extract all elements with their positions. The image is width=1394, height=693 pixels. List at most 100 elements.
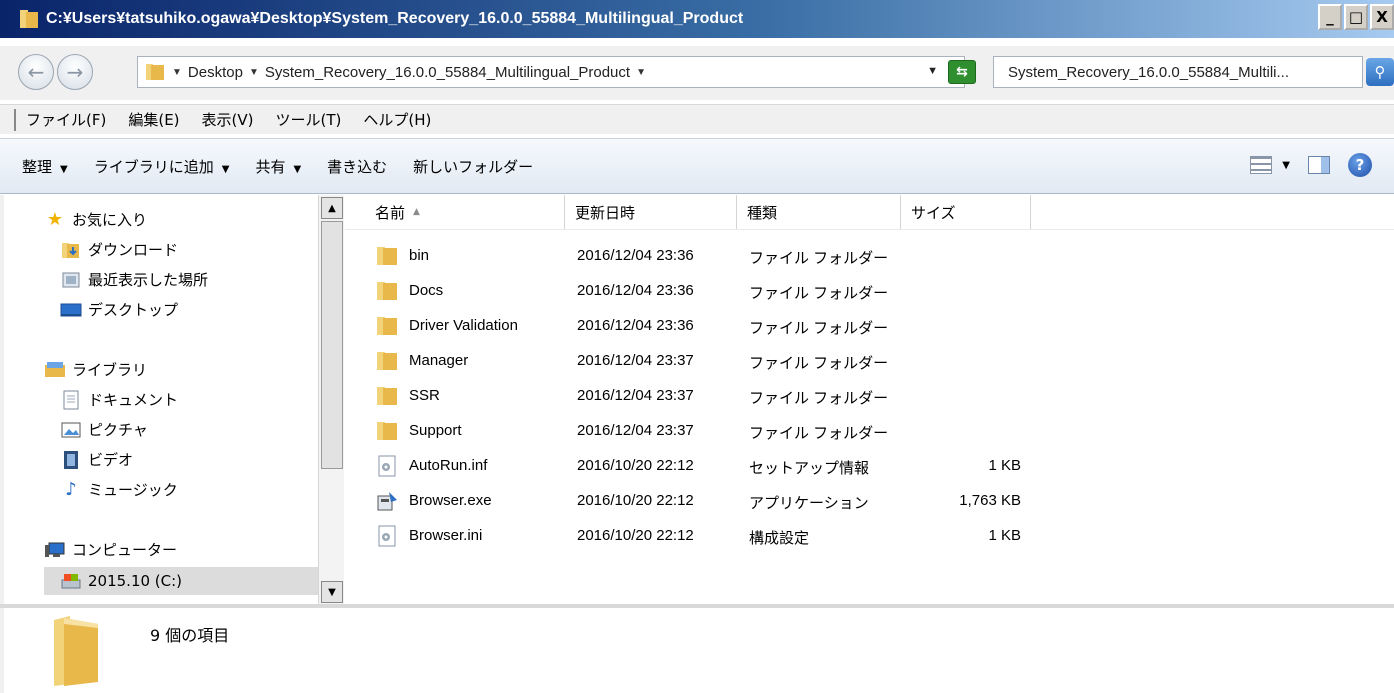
chevron-down-icon[interactable]: ▼ (249, 67, 259, 78)
share-label: 共有 (255, 157, 286, 176)
nav-videos[interactable]: ビデオ (60, 449, 133, 470)
details-pane: 9 個の項目 (0, 608, 1394, 693)
navigation-pane: ★ お気に入り ダウンロード 最近表示した場所 デスクトップ ライブラリ ドキュ… (0, 195, 344, 605)
file-name: Manager (409, 352, 469, 369)
table-row[interactable]: Support 2016/12/04 23:37 ファイル フォルダー (345, 414, 1394, 448)
file-name: Driver Validation (409, 317, 518, 334)
table-row[interactable]: Docs 2016/12/04 23:36 ファイル フォルダー (345, 274, 1394, 308)
nav-label: コンピューター (72, 541, 178, 559)
nav-documents[interactable]: ドキュメント (60, 389, 178, 410)
nav-drive-c[interactable]: 2015.10 (C:) (44, 567, 318, 595)
desktop-icon (60, 300, 82, 320)
folder-icon (375, 245, 399, 267)
close-button[interactable]: X (1370, 4, 1394, 30)
burn-button[interactable]: 書き込む (327, 156, 387, 177)
table-row[interactable]: AutoRun.inf 2016/10/20 22:12 セットアップ情報 1 KB (345, 449, 1394, 483)
folder-icon (375, 350, 399, 372)
recent-places-icon (60, 270, 82, 290)
file-type: ファイル フォルダー (749, 390, 889, 407)
scroll-up-button[interactable]: ▲ (321, 197, 343, 219)
table-row[interactable]: SSR 2016/12/04 23:37 ファイル フォルダー (345, 379, 1394, 413)
scroll-down-button[interactable]: ▼ (321, 581, 343, 603)
file-name: Browser.exe (409, 492, 492, 509)
menu-tools[interactable]: ツール(T) (276, 109, 342, 130)
chevron-down-icon: ▼ (60, 163, 68, 175)
folder-icon (375, 280, 399, 302)
menu-edit[interactable]: 編集(E) (128, 109, 179, 130)
file-modified: 2016/10/20 22:12 (577, 527, 694, 544)
nav-label: お気に入り (72, 211, 148, 229)
nav-label: ピクチャ (88, 421, 148, 439)
column-header-type[interactable]: 種類 (737, 195, 901, 229)
breadcrumb-item[interactable]: Desktop (188, 64, 243, 81)
chevron-down-icon[interactable]: ▼ (1282, 160, 1290, 171)
download-folder-icon (60, 240, 82, 260)
scroll-thumb[interactable] (321, 221, 343, 469)
back-button[interactable]: ← (18, 54, 54, 90)
search-input[interactable]: System_Recovery_16.0.0_55884_Multili... (993, 56, 1363, 88)
folder-icon (375, 385, 399, 407)
table-row[interactable]: Browser.ini 2016/10/20 22:12 構成設定 1 KB (345, 519, 1394, 553)
refresh-button[interactable]: ⇆ (948, 60, 976, 84)
breadcrumb-item[interactable]: System_Recovery_16.0.0_55884_Multilingua… (265, 64, 630, 81)
maximize-button[interactable]: □ (1344, 4, 1368, 30)
nav-desktop[interactable]: デスクトップ (60, 299, 178, 320)
table-row[interactable]: Driver Validation 2016/12/04 23:36 ファイル フォ… (345, 309, 1394, 343)
nav-label: ドキュメント (88, 391, 179, 409)
new-folder-button[interactable]: 新しいフォルダー (413, 156, 533, 177)
file-modified: 2016/12/04 23:37 (577, 352, 694, 369)
file-type: ファイル フォルダー (749, 320, 889, 337)
minimize-button[interactable]: _ (1318, 4, 1342, 30)
column-header-modified[interactable]: 更新日時 (565, 195, 737, 229)
nav-downloads[interactable]: ダウンロード (60, 239, 178, 260)
file-type: ファイル フォルダー (749, 285, 889, 302)
chevron-down-icon[interactable]: ▼ (636, 67, 646, 78)
nav-scrollbar[interactable]: ▲ ▼ (318, 195, 344, 605)
nav-recent-places[interactable]: 最近表示した場所 (60, 269, 208, 290)
menu-help[interactable]: ヘルプ(H) (363, 109, 431, 130)
address-history-dropdown-icon[interactable]: ▼ (927, 65, 938, 77)
header-divider (345, 229, 1394, 230)
file-modified: 2016/10/20 22:12 (577, 457, 694, 474)
table-row[interactable]: Browser.exe 2016/10/20 22:12 アプリケーション 1,763… (345, 484, 1394, 518)
preview-pane-icon[interactable] (1308, 156, 1330, 174)
nav-favorites[interactable]: ★ お気に入り (44, 209, 147, 230)
menu-file[interactable]: ファイル(F) (26, 109, 106, 130)
nav-computer[interactable]: コンピューター (44, 539, 177, 560)
table-row[interactable]: Manager 2016/12/04 23:37 ファイル フォルダー (345, 344, 1394, 378)
item-count: 9 個の項目 (150, 626, 230, 645)
folder-icon (54, 616, 98, 686)
command-bar: 整理 ▼ ライブラリに追加 ▼ 共有 ▼ 書き込む 新しいフォルダー ▼ ? (0, 138, 1394, 194)
forward-button[interactable]: → (57, 54, 93, 90)
file-modified: 2016/12/04 23:36 (577, 317, 694, 334)
file-modified: 2016/12/04 23:37 (577, 387, 694, 404)
window-title-bar[interactable]: C:¥Users¥tatsuhiko.ogawa¥Desktop¥System_… (0, 0, 1394, 38)
nav-pictures[interactable]: ピクチャ (60, 419, 148, 440)
help-icon[interactable]: ? (1348, 153, 1372, 177)
nav-label: ダウンロード (88, 241, 179, 259)
nav-libraries[interactable]: ライブラリ (44, 359, 147, 380)
chevron-down-icon[interactable]: ▼ (172, 67, 182, 78)
file-type: ファイル フォルダー (749, 250, 889, 267)
add-to-library-button[interactable]: ライブラリに追加 ▼ (94, 156, 230, 177)
folder-icon (375, 315, 399, 337)
breadcrumb[interactable]: ▼ Desktop ▼ System_Recovery_16.0.0_55884… (137, 56, 965, 88)
column-header-name[interactable]: 名前 ▲ (345, 195, 565, 229)
video-icon (60, 450, 82, 470)
nav-label: デスクトップ (88, 301, 179, 319)
computer-icon (44, 540, 66, 560)
share-button[interactable]: 共有 ▼ (255, 156, 301, 177)
nav-music[interactable]: ♪ ミュージック (60, 479, 177, 500)
folder-icon (146, 64, 164, 80)
file-name: Support (409, 422, 462, 439)
organize-button[interactable]: 整理 ▼ (22, 156, 68, 177)
menu-bar: ファイル(F) 編集(E) 表示(V) ツール(T) ヘルプ(H) (0, 104, 1394, 134)
search-button[interactable]: ⚲ (1366, 58, 1394, 86)
view-list-icon[interactable] (1250, 156, 1273, 174)
folder-icon (375, 420, 399, 442)
arrow-right-icon: → (66, 60, 84, 84)
menu-view[interactable]: 表示(V) (202, 109, 254, 130)
column-header-size[interactable]: サイズ (901, 195, 1031, 229)
chevron-down-icon: ▼ (221, 163, 230, 175)
table-row[interactable]: bin 2016/12/04 23:36 ファイル フォルダー (345, 239, 1394, 273)
